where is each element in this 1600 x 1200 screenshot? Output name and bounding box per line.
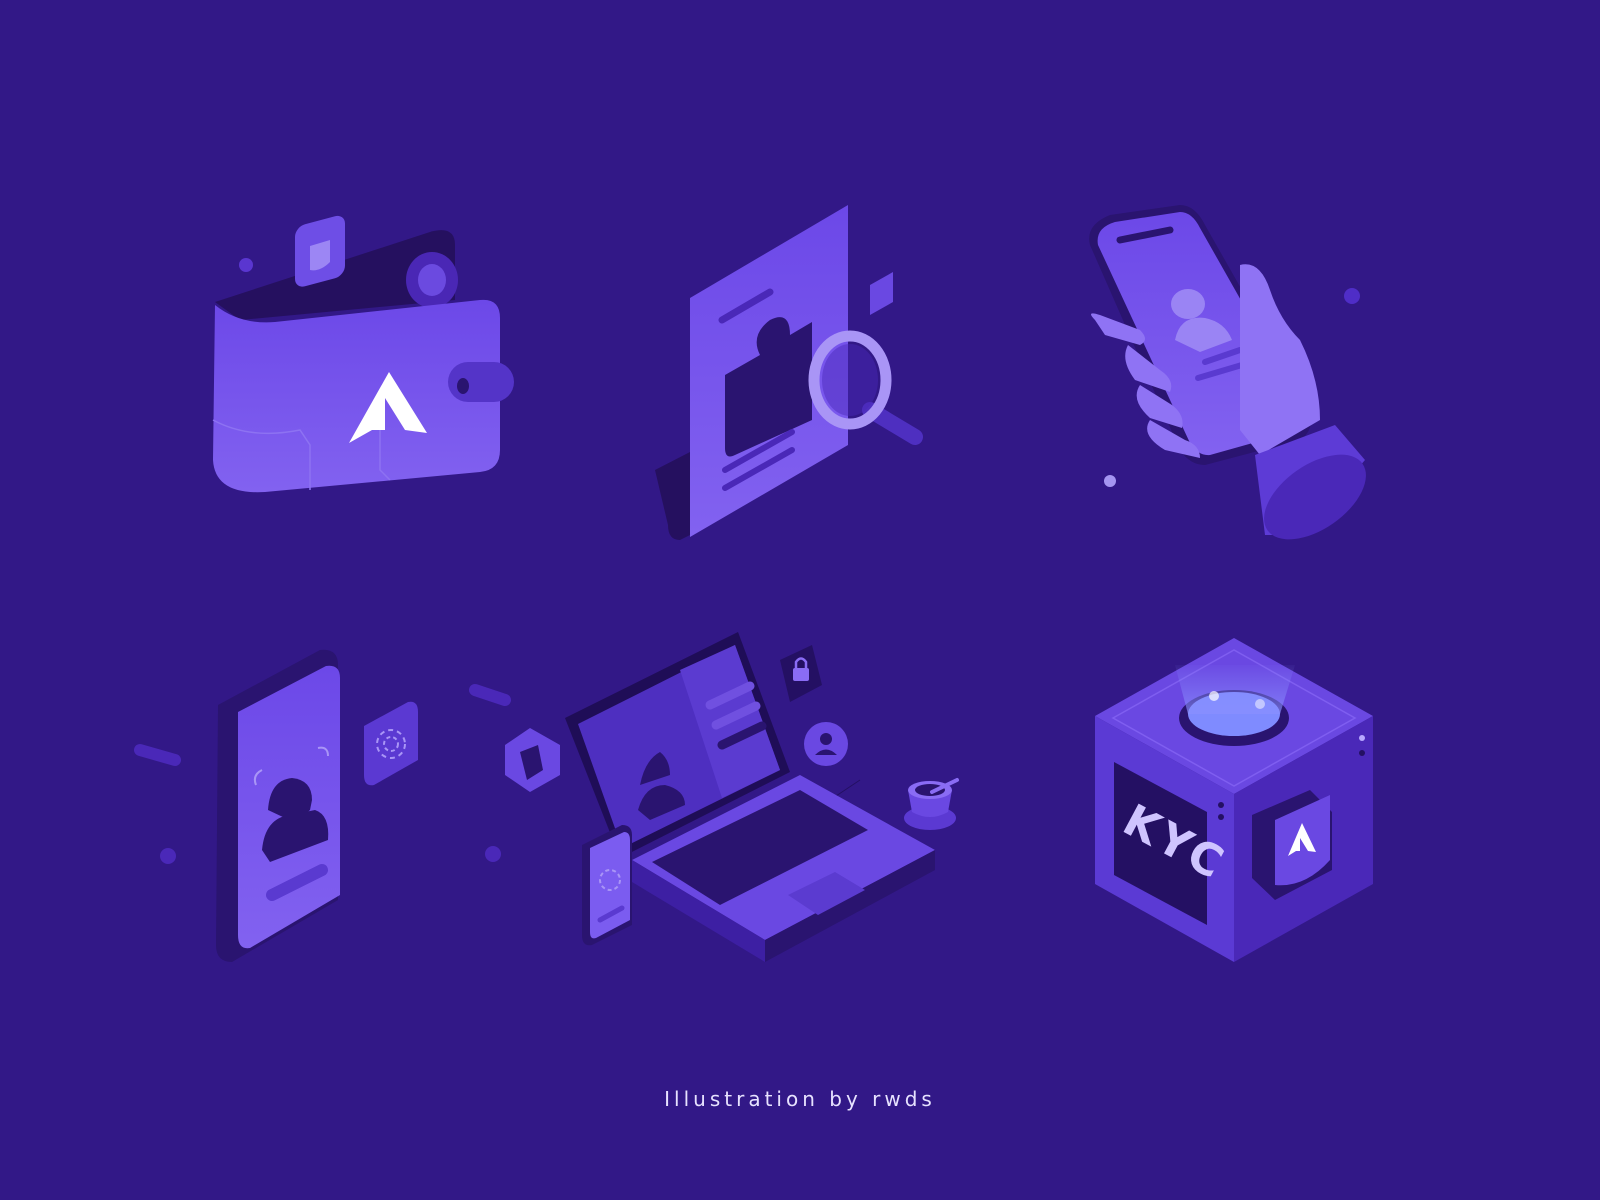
hand-phone-illustration — [1089, 205, 1366, 540]
lock-icon — [780, 645, 822, 702]
phone-face-scan-illustration — [134, 649, 501, 962]
illustration-credit-caption: Illustration by rwds — [664, 1087, 936, 1111]
fingerprint-icon — [364, 701, 418, 786]
coffee-cup-icon — [904, 778, 959, 830]
magnifier-icon — [808, 330, 923, 445]
wallet-illustration — [212, 215, 514, 493]
illustration-canvas: KYC — [134, 205, 1373, 962]
laptop-illustration — [469, 632, 959, 962]
id-document-illustration — [655, 205, 923, 540]
user-icon — [804, 722, 848, 766]
kyc-cube-illustration: KYC — [1095, 638, 1373, 962]
